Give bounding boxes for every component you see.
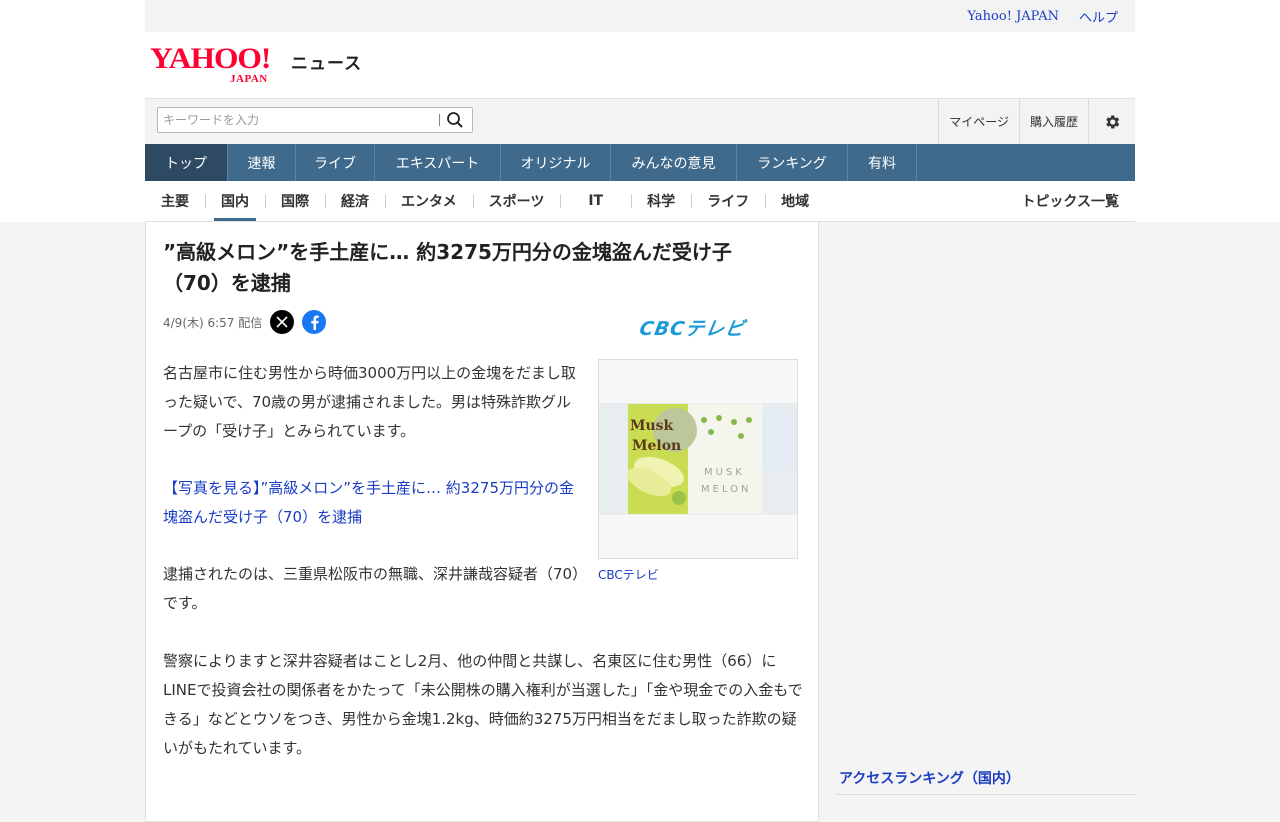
- article: ”高級メロン”を手土産に… 約3275万円分の金塊盗んだ受け子（70）を逮捕 4…: [145, 222, 819, 822]
- category-region[interactable]: 地域: [765, 181, 825, 221]
- gnav-ranking[interactable]: ランキング: [737, 144, 848, 181]
- search-button[interactable]: [446, 111, 466, 131]
- melon-box-image: Musk Melon MUSK MELON: [599, 360, 797, 558]
- category-nav: 主要 国内 国際 経済 エンタメ スポーツ IT 科学 ライフ 地域 トピックス…: [145, 181, 1135, 222]
- article-headline: ”高級メロン”を手土産に… 約3275万円分の金塊盗んだ受け子（70）を逮捕: [163, 240, 732, 295]
- gnav-top[interactable]: トップ: [145, 144, 228, 181]
- category-international[interactable]: 国際: [265, 181, 325, 221]
- gnav-original[interactable]: オリジナル: [501, 144, 611, 181]
- category-economy[interactable]: 経済: [325, 181, 385, 221]
- section-title[interactable]: ニュース: [291, 49, 362, 74]
- help-link[interactable]: ヘルプ: [1079, 7, 1118, 26]
- gnav-paid[interactable]: 有料: [848, 144, 917, 181]
- access-ranking-title[interactable]: アクセスランキング（国内）: [836, 768, 1137, 795]
- category-entertainment[interactable]: エンタメ: [385, 181, 473, 221]
- gear-icon: [1106, 114, 1120, 129]
- brand-bar: YAHOO! JAPAN ニュース: [145, 32, 1135, 98]
- melon-box-text-1: Musk: [630, 418, 674, 434]
- gnav-expert[interactable]: エキスパート: [375, 144, 501, 181]
- source-logo[interactable]: CBCテレビ: [638, 314, 748, 341]
- photo-link[interactable]: 【写真を見る】”高級メロン”を手土産に… 約3275万円分の金塊盗んだ受け子（7…: [163, 479, 574, 526]
- gnav-breaking[interactable]: 速報: [228, 144, 296, 181]
- category-it[interactable]: IT: [560, 181, 631, 221]
- category-sports[interactable]: スポーツ: [472, 181, 561, 221]
- category-science[interactable]: 科学: [631, 181, 691, 221]
- category-main[interactable]: 主要: [145, 181, 205, 221]
- article-body: 名古屋市に住む男性から時価3000万円以上の金塊をだまし取った疑いで、70歳の男…: [163, 359, 583, 646]
- search-icon: [447, 112, 463, 128]
- x-icon: [276, 316, 288, 328]
- global-nav: トップ 速報 ライブ エキスパート オリジナル みんなの意見 ランキング 有料: [145, 144, 1135, 181]
- share-x-button[interactable]: [270, 310, 295, 334]
- paragraph-1: 名古屋市に住む男性から時価3000万円以上の金塊をだまし取った疑いで、70歳の男…: [163, 364, 576, 440]
- category-life[interactable]: ライフ: [691, 181, 765, 221]
- settings-button[interactable]: [1088, 99, 1135, 144]
- yahoo-japan-link[interactable]: Yahoo! JAPAN: [967, 9, 1059, 24]
- publish-date: 4/9(木) 6:57 配信: [163, 315, 263, 330]
- logo-sub-text: JAPAN: [230, 73, 268, 85]
- search-divider: [439, 114, 440, 126]
- article-meta: 4/9(木) 6:57 配信: [163, 310, 334, 334]
- mypage-link[interactable]: マイページ: [938, 99, 1019, 144]
- search-box: [157, 107, 473, 133]
- gnav-opinions[interactable]: みんなの意見: [611, 144, 737, 181]
- purchase-history-link[interactable]: 購入履歴: [1018, 99, 1088, 144]
- search-input[interactable]: [158, 108, 438, 132]
- article-body-continued: 警察によりますと深井容疑者はことし2月、他の仲間と共謀し、名東区に住む男性（66…: [163, 647, 803, 791]
- logo-main-text: YAHOO!: [150, 42, 271, 75]
- paragraph-2: 逮捕されたのは、三重県松阪市の無職、深井謙哉容疑者（70）です。: [163, 565, 580, 612]
- account-menu: マイページ 購入履歴: [938, 99, 1135, 144]
- topics-list-link[interactable]: トピックス一覧: [1021, 181, 1119, 221]
- gnav-live[interactable]: ライブ: [296, 144, 375, 181]
- melon-box-text-3: MUSK: [704, 467, 745, 478]
- share-facebook-button[interactable]: [302, 310, 327, 334]
- paragraph-3: 警察によりますと深井容疑者はことし2月、他の仲間と共謀し、名東区に住む男性（66…: [163, 652, 803, 757]
- photo-caption[interactable]: CBCテレビ: [598, 566, 659, 583]
- header: Yahoo! JAPAN ヘルプ YAHOO! JAPAN ニュース マイページ…: [145, 0, 1135, 222]
- melon-box-text-4: MELON: [701, 484, 752, 495]
- yahoo-news-logo[interactable]: YAHOO! JAPAN: [150, 44, 271, 86]
- category-domestic[interactable]: 国内: [205, 181, 265, 221]
- search-bar: マイページ 購入履歴: [145, 98, 1135, 144]
- utility-bar: Yahoo! JAPAN ヘルプ: [145, 0, 1135, 32]
- melon-box-text-2: Melon: [632, 438, 681, 454]
- article-photo[interactable]: Musk Melon MUSK MELON: [598, 359, 798, 559]
- facebook-icon: [311, 315, 319, 330]
